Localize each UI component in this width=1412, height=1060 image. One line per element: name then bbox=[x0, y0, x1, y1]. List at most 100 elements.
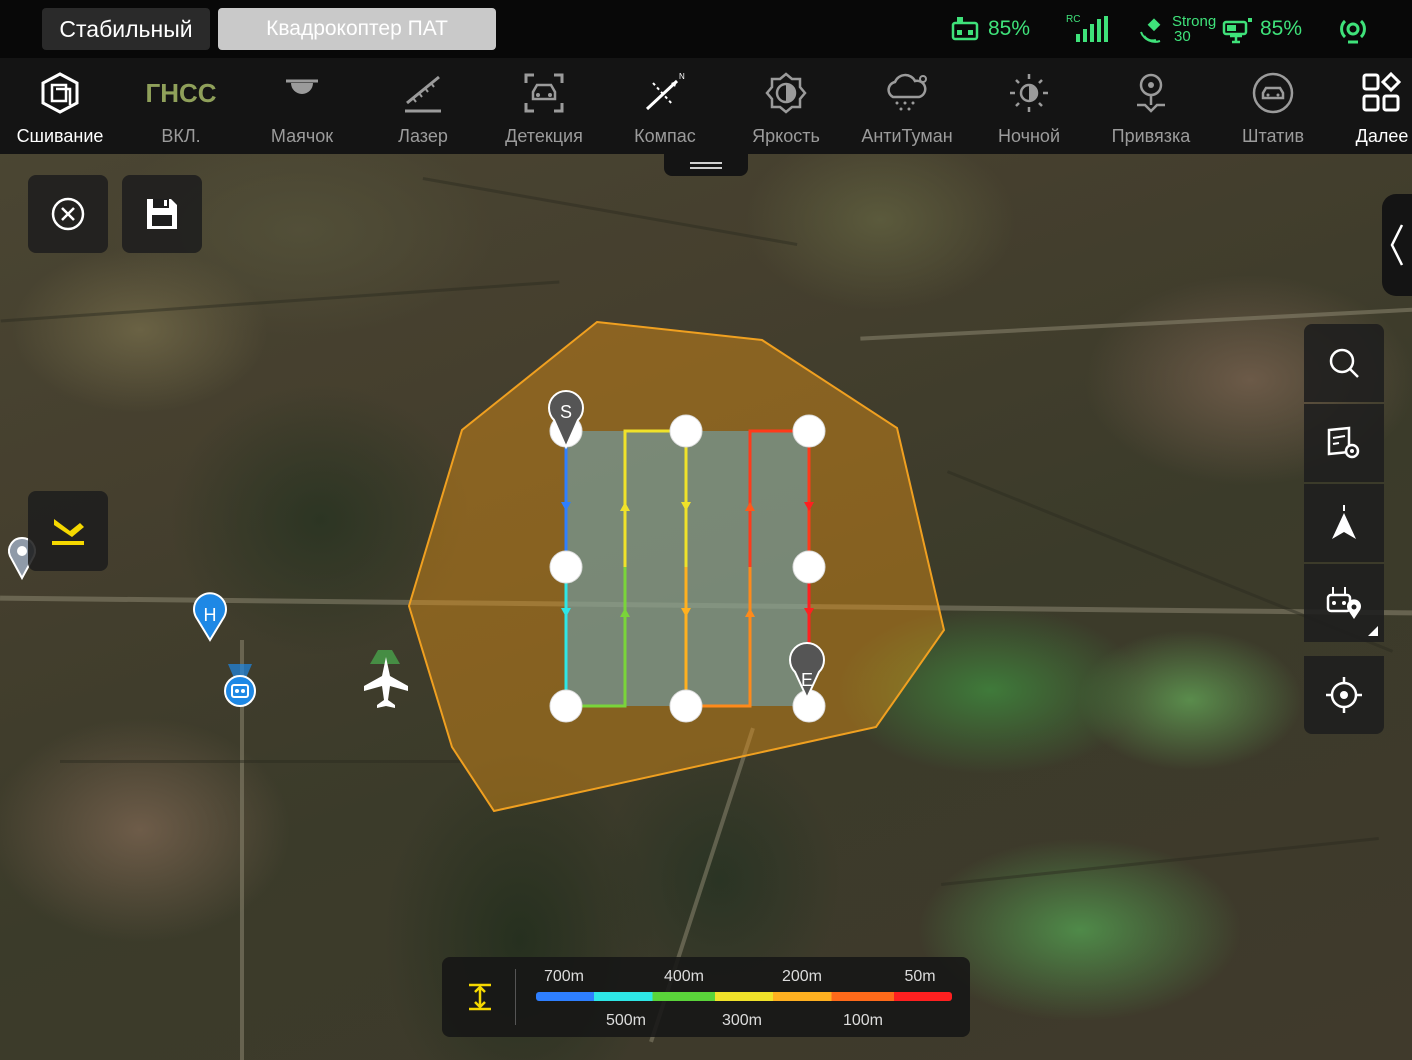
tool-night-label: Ночной bbox=[998, 126, 1060, 146]
gnss-icon: ГНСС bbox=[145, 77, 217, 108]
laser-ruler-icon bbox=[405, 75, 441, 113]
tool-more-label: Далее bbox=[1355, 126, 1409, 146]
legend-label: 100m bbox=[842, 1012, 884, 1029]
stitch-cube-icon bbox=[41, 72, 79, 114]
landing-button[interactable] bbox=[28, 491, 108, 571]
rc-battery-status: 85% bbox=[950, 0, 1030, 58]
tool-beacon[interactable]: Маячок bbox=[242, 58, 362, 154]
compass-icon: N bbox=[645, 72, 685, 111]
locate-aircraft-button[interactable] bbox=[1304, 656, 1384, 734]
tool-brightness-label: Яркость bbox=[752, 126, 820, 146]
tool-laser-label: Лазер bbox=[398, 126, 448, 146]
vehicle-name-field[interactable]: Квадрокоптер ПАТ bbox=[218, 8, 496, 50]
map-settings-icon bbox=[1327, 426, 1360, 459]
legend-label: 500m bbox=[605, 1012, 647, 1029]
broadcast-icon[interactable] bbox=[1336, 12, 1370, 46]
north-orientation-button[interactable] bbox=[1304, 484, 1384, 562]
tool-stitching[interactable]: Сшивание bbox=[0, 58, 120, 154]
signal-strength-text: Strong bbox=[1172, 13, 1217, 30]
home-point-label: H bbox=[204, 605, 217, 625]
landing-icon bbox=[52, 519, 84, 545]
tool-beacon-label: Маячок bbox=[270, 126, 334, 146]
tripod-icon bbox=[1252, 72, 1294, 114]
remote-controller-marker bbox=[224, 664, 256, 707]
tool-gnss-label: ВКЛ. bbox=[161, 126, 201, 146]
start-marker-label: S bbox=[560, 402, 572, 422]
altitude-color-legend: 700m 400m 200m 50m 500m 300m 100m bbox=[442, 957, 970, 1037]
more-grid-icon bbox=[1362, 71, 1402, 112]
status-bar: Стабильный Квадрокоптер ПАТ 85% RC Stron… bbox=[0, 0, 1412, 58]
tool-detection-label: Детекция bbox=[505, 126, 583, 146]
chevron-left-icon bbox=[1390, 224, 1404, 266]
tool-more[interactable]: Далее bbox=[1322, 58, 1412, 154]
defog-icon bbox=[887, 73, 927, 111]
drone-battery-icon bbox=[1222, 18, 1252, 44]
tool-defog-label: АнтиТуман bbox=[861, 126, 953, 146]
waypoint[interactable] bbox=[669, 689, 703, 723]
night-mode-icon bbox=[1010, 74, 1048, 112]
close-circle-icon bbox=[51, 197, 85, 231]
tool-binding-label: Привязка bbox=[1111, 126, 1191, 146]
save-mission-button[interactable] bbox=[122, 175, 202, 253]
drone-battery-status: 85% bbox=[1222, 0, 1302, 58]
map-tools-panel bbox=[1304, 324, 1384, 734]
video-signal-status: Strong 30 bbox=[1138, 0, 1216, 58]
legend-divider bbox=[515, 969, 516, 1025]
satellite-signal-icon bbox=[1140, 18, 1161, 43]
rc-battery-icon bbox=[951, 17, 979, 41]
end-marker-label: E bbox=[801, 670, 813, 690]
drone-battery-value: 85% bbox=[1260, 17, 1303, 40]
signal-strength-value: 30 bbox=[1174, 28, 1191, 45]
toolbar-drawer-handle[interactable] bbox=[664, 154, 748, 176]
legend-label: 300m bbox=[721, 1012, 763, 1029]
legend-label: 700m bbox=[543, 968, 585, 985]
aircraft-icon bbox=[364, 650, 408, 708]
flight-mode-button[interactable]: Стабильный bbox=[42, 8, 210, 50]
expand-corner-icon bbox=[1368, 626, 1378, 636]
map-settings-button[interactable] bbox=[1304, 404, 1384, 482]
tool-compass-label: Компас bbox=[634, 126, 696, 146]
function-toolbar: Сшивание ГНСС ВКЛ. Маячок Лазер Детекция bbox=[0, 58, 1412, 154]
rc-label: RC bbox=[1066, 14, 1081, 25]
tool-tripod-label: Штатив bbox=[1241, 126, 1304, 146]
tool-brightness[interactable]: Яркость bbox=[726, 58, 846, 154]
tool-binding[interactable]: Привязка bbox=[1091, 58, 1211, 154]
tool-defog[interactable]: АнтиТуман bbox=[847, 58, 967, 154]
tool-stitching-label: Сшивание bbox=[16, 126, 104, 146]
home-point-marker[interactable]: H bbox=[193, 592, 227, 642]
waypoint[interactable] bbox=[669, 414, 703, 448]
altitude-legend-button[interactable] bbox=[460, 977, 500, 1017]
side-panel-toggle[interactable] bbox=[1382, 194, 1412, 296]
brightness-icon bbox=[765, 72, 807, 114]
rc-signal-status: RC bbox=[1066, 0, 1112, 58]
tool-detection[interactable]: Детекция bbox=[484, 58, 604, 154]
connection-status[interactable] bbox=[1336, 0, 1370, 58]
pin-binding-icon bbox=[1137, 73, 1165, 113]
north-arrow-icon bbox=[1332, 505, 1356, 539]
map-search-button[interactable] bbox=[1304, 324, 1384, 402]
tool-night[interactable]: Ночной bbox=[969, 58, 1089, 154]
tool-compass[interactable]: N Компас bbox=[605, 58, 725, 154]
beacon-icon bbox=[286, 79, 318, 94]
legend-label: 200m bbox=[781, 968, 823, 985]
crosshair-target-icon bbox=[1326, 677, 1362, 713]
height-range-icon bbox=[469, 983, 491, 1011]
car-detection-icon bbox=[524, 73, 564, 113]
legend-label: 50m bbox=[904, 968, 936, 985]
controller-location-icon bbox=[1326, 587, 1361, 619]
rc-battery-value: 85% bbox=[988, 17, 1031, 40]
tool-gnss[interactable]: ГНСС ВКЛ. bbox=[121, 58, 241, 154]
tool-laser[interactable]: Лазер bbox=[363, 58, 483, 154]
waypoint[interactable] bbox=[549, 689, 583, 723]
altitude-gradient-bar bbox=[536, 992, 952, 1001]
svg-text:N: N bbox=[679, 72, 685, 81]
search-icon bbox=[1329, 348, 1359, 378]
waypoint[interactable] bbox=[792, 550, 826, 584]
tool-tripod[interactable]: Штатив bbox=[1213, 58, 1333, 154]
legend-label: 400m bbox=[663, 968, 705, 985]
save-floppy-icon bbox=[147, 199, 177, 229]
waypoint[interactable] bbox=[549, 550, 583, 584]
waypoint[interactable] bbox=[792, 414, 826, 448]
close-mission-button[interactable] bbox=[28, 175, 108, 253]
locate-controller-button[interactable] bbox=[1304, 564, 1384, 642]
